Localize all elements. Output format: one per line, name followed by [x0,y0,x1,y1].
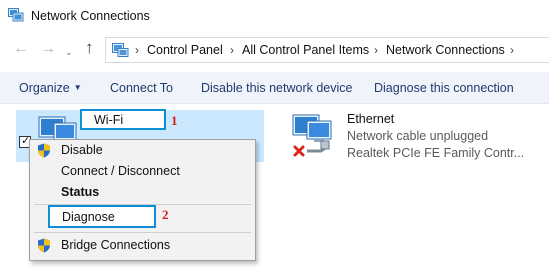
breadcrumb-chevron-icon[interactable]: › [230,43,234,57]
breadcrumb-network-connections[interactable]: Network Connections [386,43,505,57]
menu-separator [34,232,251,233]
menu-item-diagnose-label: Diagnose [62,210,115,224]
address-bar: ← → ⌄ ↑ › Control Panel › All Control Pa… [0,32,549,68]
organize-menu[interactable]: Organize ▼ [19,81,82,95]
recent-locations-chevron-icon[interactable]: ⌄ [65,44,73,60]
network-connections-icon [8,8,24,22]
forward-arrow-icon[interactable]: → [40,41,56,57]
disable-device-button[interactable]: Disable this network device [201,81,352,95]
menu-item-status[interactable]: Status [30,182,255,204]
window-title: Network Connections [31,9,150,23]
breadcrumb-control-panel[interactable]: Control Panel [147,43,223,57]
wifi-name: Wi-Fi [94,113,124,127]
menu-item-connect-disconnect[interactable]: Connect / Disconnect [30,161,255,183]
annotation-step-2: 2 [162,207,169,222]
menu-item-bridge-label: Bridge Connections [61,238,171,252]
breadcrumb-chevron-icon[interactable]: › [374,43,378,57]
wifi-name-highlight[interactable]: Wi-Fi [80,109,166,130]
menu-item-disable-label: Disable [61,143,103,157]
control-panel-icon [112,43,129,57]
uac-shield-icon [38,238,50,253]
organize-label: Organize [19,81,70,95]
up-arrow-icon[interactable]: ↑ [85,39,94,56]
command-bar: Organize ▼ Connect To Disable this networ… [0,72,549,104]
ethernet-device: Realtek PCIe FE Family Contr... [347,146,525,160]
context-menu: Disable Connect / Disconnect Status Brid… [29,139,256,261]
menu-item-status-label: Status [61,185,100,199]
menu-item-connect-disconnect-label: Connect / Disconnect [61,164,180,178]
uac-shield-icon [38,143,50,158]
menu-item-diagnose[interactable]: Diagnose [48,205,156,228]
dropdown-arrow-icon: ▼ [73,83,82,92]
ethernet-status: Network cable unplugged [347,129,489,143]
breadcrumb-chevron-icon[interactable]: › [510,43,514,57]
breadcrumb[interactable]: › Control Panel › All Control Panel Item… [105,37,549,63]
breadcrumb-chevron-icon[interactable]: › [135,43,139,57]
menu-item-disable[interactable]: Disable [30,140,255,162]
back-arrow-icon[interactable]: ← [13,41,29,57]
ethernet-name: Ethernet [347,112,395,126]
ethernet-adapter-icon [292,114,332,157]
breadcrumb-all-items[interactable]: All Control Panel Items [242,43,369,57]
diagnose-connection-button[interactable]: Diagnose this connection [374,81,514,95]
annotation-step-1: 1 [171,113,178,128]
menu-item-bridge-connections[interactable]: Bridge Connections [30,235,255,257]
connect-to-button[interactable]: Connect To [110,81,173,95]
title-bar: Network Connections [0,0,549,32]
